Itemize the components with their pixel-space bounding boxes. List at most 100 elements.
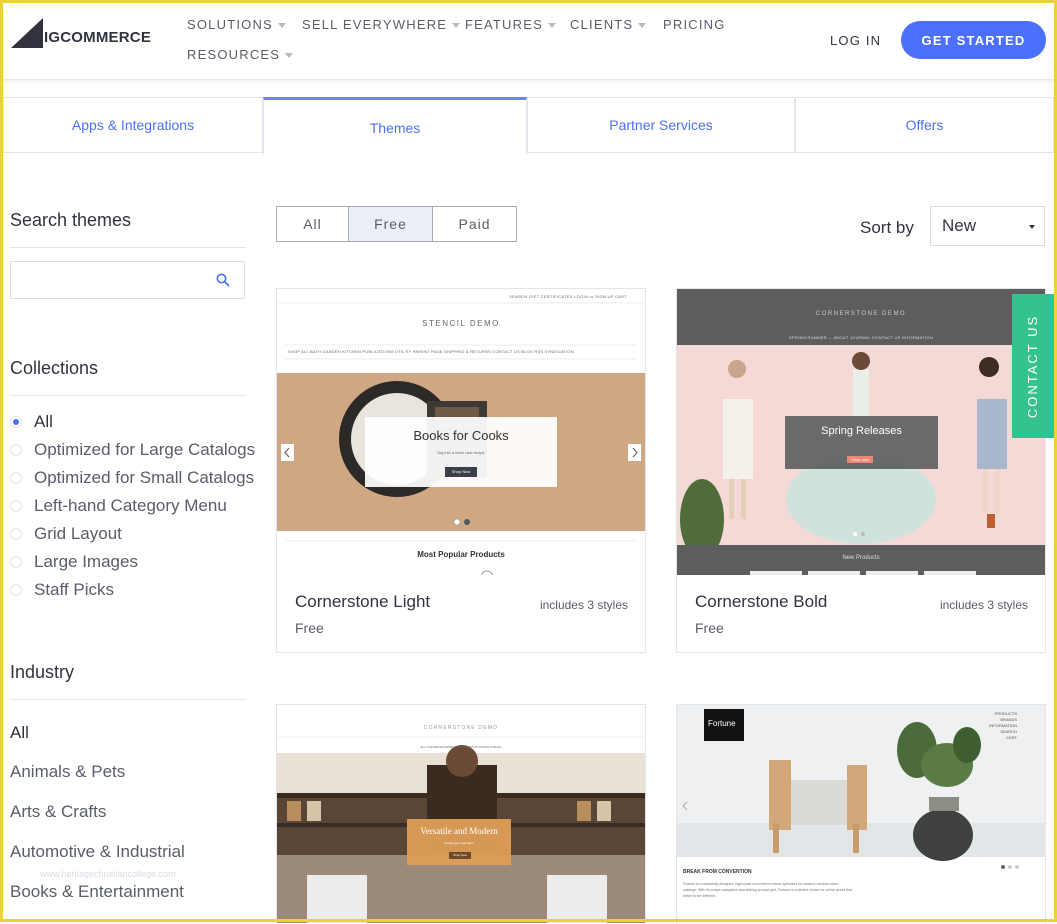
collection-small-catalogs[interactable]: Optimized for Small Catalogs — [10, 466, 254, 490]
divider — [10, 699, 246, 700]
dropdown-arrow-icon — [1029, 225, 1035, 229]
industry-heading: Industry — [10, 662, 75, 682]
preview-banner-subtitle: Dig into a fresh new recipe — [437, 450, 485, 455]
search-themes-heading: Search themes — [10, 210, 132, 230]
theme-name[interactable]: Cornerstone Light — [295, 592, 430, 612]
radio-button[interactable] — [10, 472, 22, 484]
get-started-button[interactable]: GET STARTED — [901, 21, 1046, 59]
collections-heading: Collections — [10, 358, 99, 378]
theme-preview[interactable]: Fortune PRODUCTS BRANDS INFORMATION SEAR… — [677, 705, 1045, 923]
radio-button[interactable] — [10, 444, 22, 456]
collection-large-catalogs[interactable]: Optimized for Large Catalogs — [10, 438, 255, 462]
theme-card-cornerstone-bold[interactable]: CORNERSTONE DEMO SPRING/SUMMER ⌄ ABOUT J… — [676, 288, 1046, 653]
theme-card-cornerstone-light[interactable]: SEARCH GIFT CERTIFICATES LOGIN or SIGN U… — [276, 288, 646, 653]
filter-all-button[interactable]: All — [276, 206, 349, 242]
collection-label: Large Images — [34, 552, 138, 571]
preview-menu: SPRING/SUMMER ⌄ ABOUT JOURNAL CONTACT US… — [788, 335, 934, 340]
collection-all[interactable]: All — [10, 410, 53, 434]
collection-label: All — [34, 412, 53, 431]
radio-button[interactable] — [10, 556, 22, 568]
chevron-down-icon — [452, 23, 461, 29]
collection-label: Staff Picks — [34, 580, 114, 599]
theme-preview[interactable]: CORNERSTONE DEMO ALL COFFEE EQUIPMENT T-… — [277, 705, 645, 923]
site-header: BIGCOMMERCE SOLUTIONS SELL EVERYWHERE FE… — [3, 3, 1054, 80]
collection-label: Grid Layout — [34, 524, 122, 543]
theme-price: Free — [295, 620, 324, 636]
preview-banner-title: Books for Cooks — [413, 428, 509, 443]
preview-banner-title: Spring Releases — [821, 425, 902, 437]
chevron-down-icon — [638, 23, 647, 29]
chevron-down-icon — [285, 53, 294, 59]
preview-store-name: CORNERSTONE DEMO — [815, 311, 907, 317]
preview-menu: SHOP ALL BATH GARDEN KITCHEN PUBLICATION… — [288, 349, 574, 354]
preview-section-title: Most Popular Products — [417, 550, 505, 559]
theme-preview[interactable]: CORNERSTONE DEMO SPRING/SUMMER ⌄ ABOUT J… — [677, 289, 1045, 575]
price-filter: All Free Paid — [276, 206, 517, 242]
theme-card-versatile[interactable]: CORNERSTONE DEMO ALL COFFEE EQUIPMENT T-… — [276, 704, 646, 924]
preview-menu: ALL COFFEE EQUIPMENT T-TEA ABOUT CONTACT… — [420, 745, 502, 749]
collection-label: Left-hand Category Menu — [34, 496, 227, 515]
preview-banner-title: Versatile and Modern — [420, 826, 498, 836]
preview-section-title: New Products — [842, 555, 880, 561]
filter-free-button[interactable]: Free — [349, 206, 433, 242]
radio-button[interactable] — [10, 500, 22, 512]
tab-partner-services[interactable]: Partner Services — [527, 97, 795, 153]
preview-banner-button: Shop Now — [453, 853, 467, 857]
collection-large-images[interactable]: Large Images — [10, 550, 138, 574]
nav-clients[interactable]: CLIENTS — [570, 17, 647, 32]
search-icon[interactable] — [216, 273, 230, 287]
tab-themes[interactable]: Themes — [263, 97, 527, 155]
contact-us-label: CONTACT US — [1025, 314, 1041, 418]
divider — [10, 247, 246, 248]
theme-styles-count: includes 3 styles — [939, 598, 1028, 612]
login-link[interactable]: LOG IN — [830, 33, 881, 48]
collection-left-hand-menu[interactable]: Left-hand Category Menu — [10, 494, 227, 518]
nav-sell-everywhere[interactable]: SELL EVERYWHERE — [302, 17, 461, 32]
theme-preview[interactable]: SEARCH GIFT CERTIFICATES LOGIN or SIGN U… — [277, 289, 645, 575]
watermark: www.heritagechristiancollege.com — [40, 869, 176, 879]
preview-util-links: SEARCH GIFT CERTIFICATES LOGIN or SIGN U… — [509, 294, 627, 299]
preview-banner-button: Shop now — [851, 457, 869, 462]
chevron-down-icon — [277, 23, 286, 29]
tab-offers[interactable]: Offers — [795, 97, 1054, 153]
theme-name[interactable]: Cornerstone Bold — [695, 592, 827, 612]
radio-button[interactable] — [10, 584, 22, 596]
collection-label: Optimized for Large Catalogs — [34, 440, 256, 459]
preview-store-name: Fortune — [708, 719, 736, 728]
nav-solutions[interactable]: SOLUTIONS — [187, 17, 286, 32]
nav-resources[interactable]: RESOURCES — [187, 47, 294, 62]
preview-store-name: CORNERSTONE DEMO — [423, 725, 499, 731]
tab-apps-integrations[interactable]: Apps & Integrations — [3, 97, 263, 153]
industry-books-entertainment[interactable]: Books & Entertainment — [10, 882, 184, 902]
preview-section-title: BREAK FROM CONVENTION — [683, 869, 752, 875]
preview-banner-button: Shop Now — [451, 469, 471, 474]
theme-card-fortune[interactable]: Fortune PRODUCTS BRANDS INFORMATION SEAR… — [676, 704, 1046, 924]
collection-label: Optimized for Small Catalogs — [34, 468, 255, 487]
nav-pricing[interactable]: PRICING — [663, 17, 726, 32]
sort-select[interactable]: New — [930, 206, 1045, 246]
theme-styles-count: includes 3 styles — [539, 598, 628, 612]
preview-menu: PRODUCTS BRANDS INFORMATION SEARCH CART — [989, 711, 1017, 740]
chevron-down-icon — [547, 23, 556, 29]
filter-paid-button[interactable]: Paid — [433, 206, 517, 242]
collection-grid-layout[interactable]: Grid Layout — [10, 522, 122, 546]
preview-banner-subtitle: Create your own store — [444, 841, 474, 845]
industry-automotive[interactable]: Automotive & Industrial — [10, 842, 185, 862]
radio-button[interactable] — [10, 416, 22, 428]
preview-section-text: Fortune is a beautifully designed, high-… — [683, 882, 853, 898]
logo-text: BIGCOMMERCE — [33, 29, 152, 46]
radio-button[interactable] — [10, 528, 22, 540]
industry-animals-pets[interactable]: Animals & Pets — [10, 762, 125, 782]
industry-all[interactable]: All — [10, 723, 29, 743]
nav-features[interactable]: FEATURES — [465, 17, 556, 32]
preview-store-name: STENCIL DEMO — [422, 319, 500, 328]
sort-value: New — [942, 216, 977, 235]
collection-staff-picks[interactable]: Staff Picks — [10, 578, 114, 602]
theme-search-input[interactable] — [10, 261, 245, 299]
contact-us-tab[interactable]: CONTACT US — [1012, 294, 1054, 438]
industry-arts-crafts[interactable]: Arts & Crafts — [10, 802, 106, 822]
section-tabs: Apps & Integrations Themes Partner Servi… — [3, 97, 1054, 155]
sort-label: Sort by — [860, 218, 914, 237]
divider — [10, 395, 246, 396]
theme-price: Free — [695, 620, 724, 636]
